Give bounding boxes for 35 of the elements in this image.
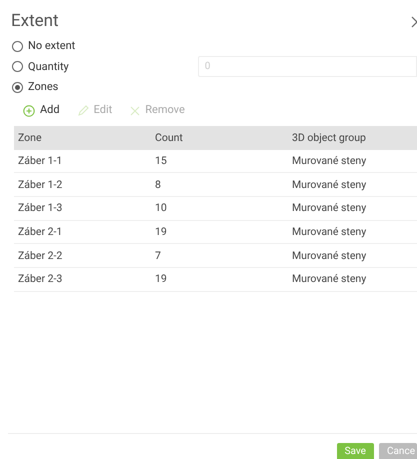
- save-button[interactable]: Save: [336, 443, 374, 459]
- table-cell-text: Murované steny: [291, 271, 368, 288]
- table-cell-text: Záber 1-1: [17, 152, 64, 169]
- table-cell-text: 8: [154, 176, 162, 192]
- table-cell-text: Záber 1-2: [17, 176, 64, 192]
- radio-option[interactable]: No extent: [12, 38, 76, 54]
- table-cell-text: 7: [154, 248, 162, 264]
- table-cell-text: 19: [154, 271, 168, 288]
- add-button[interactable]: Add: [23, 102, 60, 119]
- table-cell-text: 10: [154, 200, 168, 216]
- close-icon[interactable]: [411, 15, 417, 29]
- column-header: 3D object group: [291, 130, 367, 146]
- table-cell-text: Murované steny: [291, 200, 368, 216]
- table-cell-text: Murované steny: [291, 224, 368, 240]
- table-cell-text: Záber 2-2: [17, 248, 64, 264]
- radio-button[interactable]: [12, 40, 23, 52]
- pencil-icon: [78, 105, 89, 116]
- table-cell-text: Murované steny: [291, 176, 368, 192]
- table-cell-text: Murované steny: [291, 152, 368, 169]
- column-header: Zone: [17, 130, 43, 146]
- radio-option[interactable]: Zones: [12, 79, 58, 96]
- table-cell-text: Záber 1-3: [17, 200, 64, 216]
- radio-option[interactable]: Quantity: [12, 58, 69, 75]
- dialog-title: Extent: [11, 10, 59, 34]
- cross-icon: [130, 106, 140, 116]
- table-cell-text: Záber 2-3: [17, 271, 64, 288]
- column-header: Count: [154, 130, 184, 146]
- plus-circle-icon: [23, 104, 35, 116]
- cancel-button[interactable]: Cance: [378, 443, 417, 459]
- radio-button[interactable]: [12, 82, 23, 93]
- table-cell-text: Murované steny: [291, 248, 368, 264]
- radio-button[interactable]: [12, 61, 23, 72]
- table-cell-text: 19: [154, 224, 168, 240]
- table-cell-text: Záber 2-1: [17, 224, 64, 240]
- table-cell-text: 15: [154, 152, 168, 169]
